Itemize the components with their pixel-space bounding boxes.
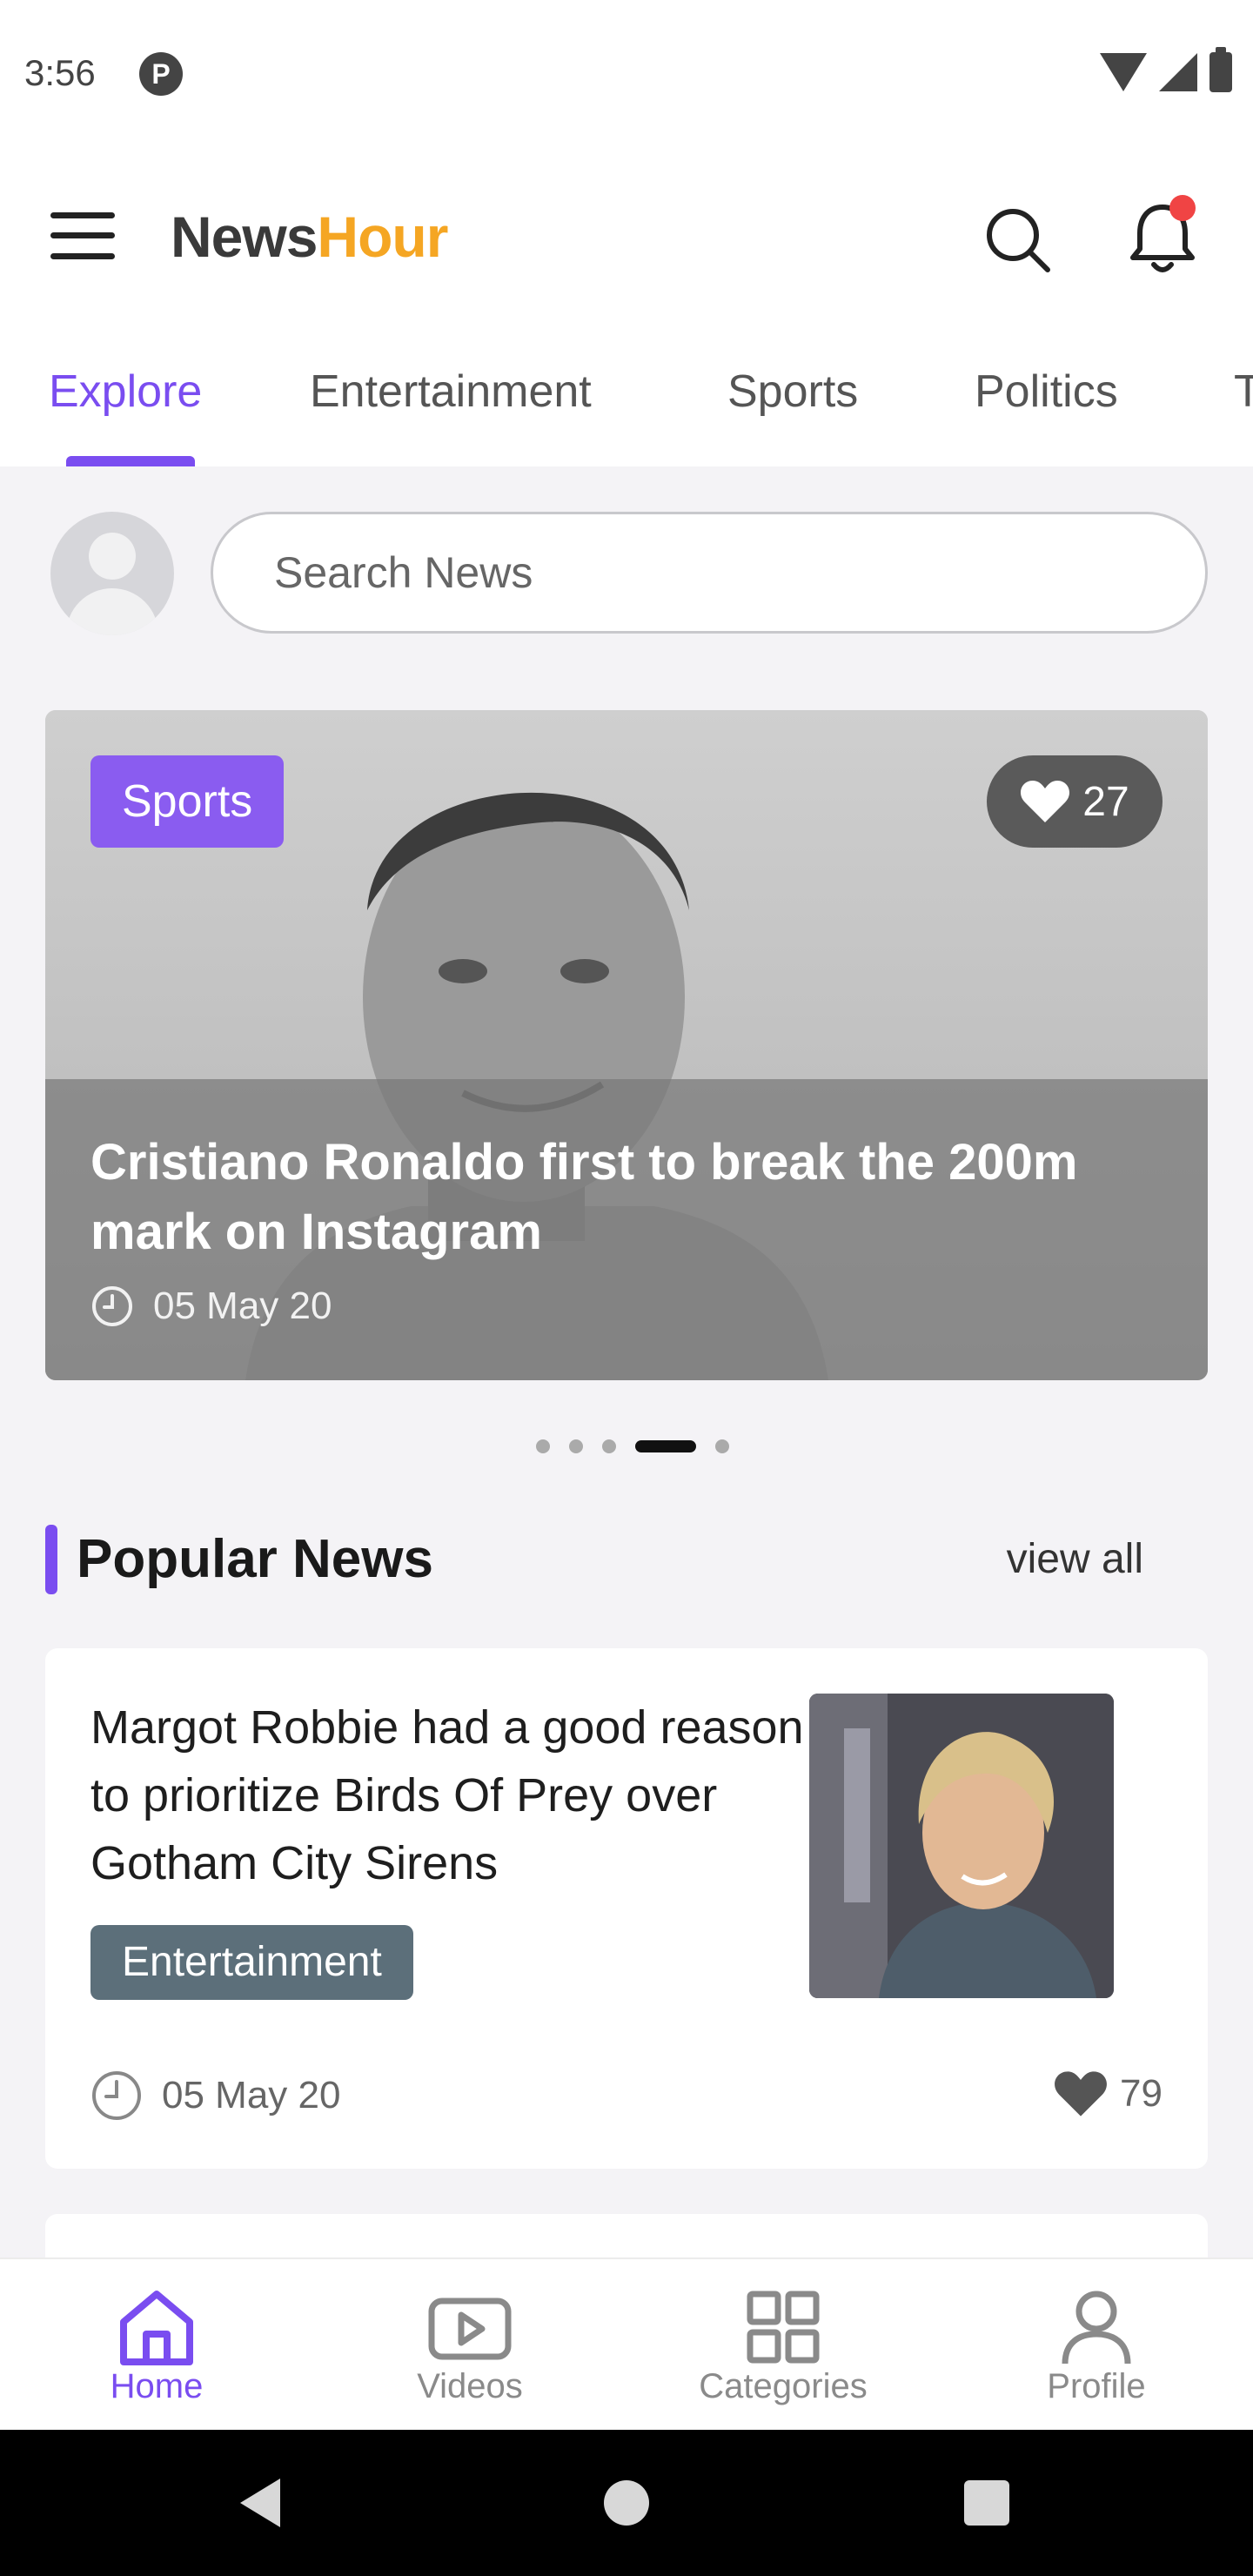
hero-like-button[interactable]: 27: [987, 755, 1163, 848]
hero-date: 05 May 20: [90, 1285, 332, 1328]
brand-part-hour: Hour: [317, 205, 448, 269]
section-accent-bar: [45, 1525, 57, 1594]
app-logo: NewsHour: [171, 204, 448, 270]
video-play-icon: [428, 2298, 512, 2360]
hero-category-badge[interactable]: Sports: [90, 755, 285, 848]
featured-news-card[interactable]: Sports 27 Cristiano Ronaldo first to bre…: [45, 710, 1208, 1380]
recent-apps-icon[interactable]: [964, 2480, 1009, 2526]
hamburger-menu-icon[interactable]: [50, 211, 118, 261]
nav-videos-label: Videos: [417, 2367, 523, 2405]
wifi-icon: [1100, 53, 1147, 91]
carousel-dot[interactable]: [569, 1439, 583, 1453]
nav-categories-label: Categories: [699, 2367, 868, 2405]
notification-dot: [1169, 195, 1196, 221]
tab-explore[interactable]: Explore: [49, 366, 202, 418]
home-icon: [120, 2291, 193, 2365]
news-thumbnail: [809, 1694, 1114, 1998]
view-all-link[interactable]: view all: [1007, 1535, 1143, 1583]
nav-categories[interactable]: Categories: [626, 2259, 940, 2432]
tab-entertainment[interactable]: Entertainment: [310, 366, 592, 418]
nav-profile-label: Profile: [1047, 2367, 1146, 2405]
hero-title: Cristiano Ronaldo first to break the 200…: [90, 1134, 1078, 1260]
carousel-dot[interactable]: [536, 1439, 550, 1453]
app-bar: NewsHour: [0, 148, 1253, 322]
clock-icon: [92, 1286, 132, 1326]
tab-indicator: [66, 456, 195, 466]
search-icon[interactable]: [983, 205, 1053, 275]
pocket-casts-icon: P: [139, 52, 183, 96]
heart-icon: [1055, 2071, 1107, 2116]
system-navigation-bar: [0, 2430, 1253, 2576]
heart-icon: [1021, 781, 1070, 822]
hero-date-text: 05 May 20: [153, 1285, 332, 1327]
news-date: 05 May 20: [90, 2070, 340, 2122]
clock-icon: [92, 2071, 141, 2120]
user-icon: [1062, 2291, 1131, 2365]
brand-part-news: News: [171, 205, 318, 269]
battery-icon: [1209, 47, 1232, 92]
news-date-text: 05 May 20: [162, 2074, 341, 2116]
news-like-button[interactable]: 79: [1054, 2070, 1163, 2118]
bottom-navigation: Home Videos Categories Profile: [0, 2257, 1253, 2430]
grid-icon: [747, 2291, 820, 2364]
section-title: Popular News: [77, 1529, 433, 1589]
tab-politics[interactable]: Politics: [975, 366, 1118, 418]
notification-bell-icon[interactable]: [1126, 195, 1199, 278]
tab-truncated[interactable]: T: [1234, 366, 1253, 418]
status-bar: 3:56 P: [0, 0, 1253, 148]
home-circle-icon[interactable]: [604, 2480, 649, 2526]
search-input[interactable]: [211, 512, 1208, 634]
nav-home[interactable]: Home: [0, 2259, 313, 2432]
tab-sports[interactable]: Sports: [727, 366, 858, 418]
news-card[interactable]: Margot Robbie had a good reason to prior…: [45, 1648, 1208, 2169]
nav-home-label: Home: [110, 2367, 204, 2405]
avatar[interactable]: [50, 512, 174, 635]
news-like-count: 79: [1120, 2072, 1163, 2115]
nav-profile[interactable]: Profile: [940, 2259, 1253, 2432]
nav-videos[interactable]: Videos: [313, 2259, 626, 2432]
news-title: Margot Robbie had a good reason to prior…: [90, 1701, 804, 1889]
carousel-dot-active[interactable]: [635, 1440, 696, 1452]
status-time: 3:56: [24, 52, 96, 93]
signal-icon: [1159, 53, 1197, 91]
hero-like-count: 27: [1082, 778, 1129, 825]
carousel-indicator: [536, 1439, 729, 1453]
category-tabs: Explore Entertainment Sports Politics T: [0, 322, 1253, 466]
news-category-badge[interactable]: Entertainment: [90, 1925, 413, 2000]
status-icons: [1100, 47, 1232, 92]
carousel-dot[interactable]: [715, 1439, 729, 1453]
back-icon[interactable]: [240, 2479, 280, 2527]
carousel-dot[interactable]: [602, 1439, 616, 1453]
